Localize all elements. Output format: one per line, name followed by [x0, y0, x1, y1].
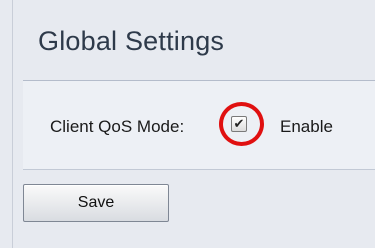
client-qos-mode-label: Client QoS Mode: — [50, 117, 185, 136]
settings-panel: Global Settings Client QoS Mode: ✔ Enabl… — [0, 0, 375, 248]
page-title: Global Settings — [38, 26, 225, 56]
highlight-circle — [219, 102, 264, 146]
enable-label: Enable — [280, 117, 333, 136]
panel-left-border — [12, 0, 13, 248]
save-button[interactable]: Save — [23, 184, 169, 222]
